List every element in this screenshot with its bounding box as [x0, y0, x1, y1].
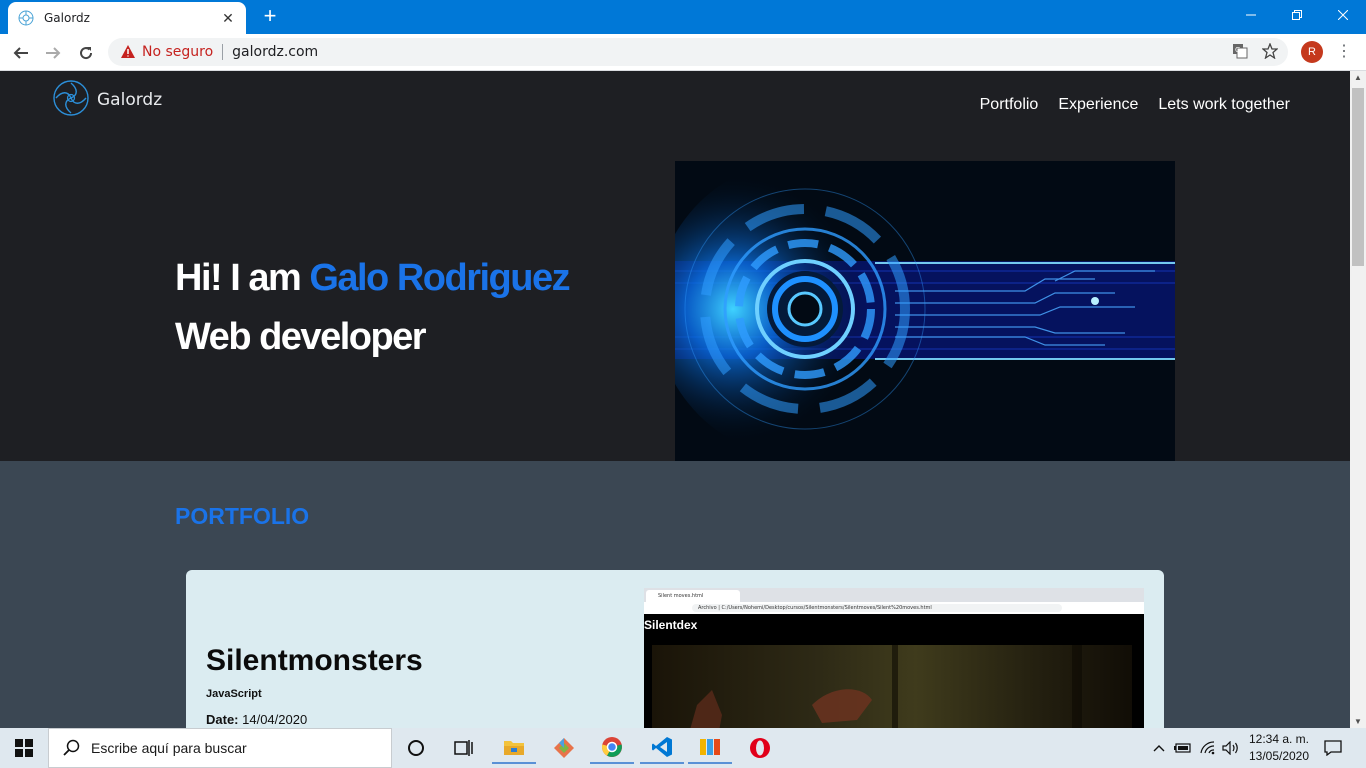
svg-text:G: G [1235, 46, 1240, 54]
file-explorer-icon[interactable] [492, 732, 536, 764]
date-value: 14/04/2020 [238, 712, 308, 727]
nav-portfolio[interactable]: Portfolio [980, 96, 1039, 114]
wifi-icon[interactable] [1197, 728, 1219, 768]
address-bar[interactable]: No seguro galordz.com G [108, 38, 1288, 66]
opera-icon[interactable] [738, 732, 782, 764]
clock-date: 13/05/2020 [1248, 749, 1310, 763]
kebab-menu-icon[interactable]: ⋮ [1336, 42, 1352, 62]
action-center-icon[interactable] [1320, 728, 1346, 768]
minimize-icon[interactable] [1228, 0, 1274, 30]
forward-arrow-icon[interactable] [40, 40, 66, 66]
brand-name[interactable]: Galordz [97, 90, 162, 110]
taskbar-clock[interactable]: 12:34 a. m. 13/05/2020 [1244, 731, 1314, 765]
search-icon [63, 739, 80, 756]
galordz-logo-icon[interactable] [52, 79, 90, 117]
screenshot-scene-image [652, 645, 1132, 728]
hero-name: Galo Rodriguez [309, 257, 570, 299]
taskbar-search-box[interactable]: Escribe aquí para buscar [48, 728, 392, 768]
search-placeholder: Escribe aquí para buscar [91, 740, 247, 756]
restore-icon[interactable] [1274, 0, 1320, 30]
task-view-icon[interactable] [442, 732, 486, 764]
hero-greeting: Hi! I am [175, 257, 310, 299]
project-date: Date: 14/04/2020 [206, 712, 307, 727]
scroll-up-icon[interactable]: ▲ [1354, 73, 1362, 82]
tab-title: Galordz [44, 11, 90, 25]
nav-experience[interactable]: Experience [1058, 96, 1138, 114]
date-label: Date: [206, 712, 239, 727]
browser-tab[interactable]: Galordz ✕ [8, 2, 246, 34]
project-title: Silentmonsters [206, 644, 423, 677]
clock-time: 12:34 a. m. [1248, 732, 1310, 746]
omnibox-actions: G [1232, 43, 1278, 59]
browser-titlebar: Galordz ✕ + [0, 0, 1366, 34]
show-hidden-icons-icon[interactable] [1150, 728, 1168, 768]
divider [222, 44, 224, 60]
hero-text: Hi! I am Galo Rodriguez Web developer [175, 257, 571, 359]
scroll-down-icon[interactable]: ▼ [1354, 717, 1362, 726]
portfolio-section: PORTFOLIO Silentmonsters JavaScript Date… [0, 461, 1350, 728]
project-tech: JavaScript [206, 688, 262, 700]
project-card[interactable]: Silentmonsters JavaScript Date: 14/04/20… [186, 570, 1164, 728]
sublime-notes-icon[interactable] [688, 732, 732, 764]
web-page: Galordz Portfolio Experience Lets work t… [0, 71, 1350, 728]
close-window-icon[interactable] [1320, 0, 1366, 30]
screenshot-heading: Silentdex [644, 618, 698, 632]
hero-role: Web developer [175, 316, 427, 358]
cortana-icon[interactable] [394, 732, 438, 764]
screenshot-tabbar: Silent moves.html [644, 588, 1144, 602]
nav-lets-work-together[interactable]: Lets work together [1158, 96, 1290, 114]
reload-icon[interactable] [73, 40, 99, 66]
portfolio-heading: PORTFOLIO [175, 503, 310, 529]
url-text[interactable]: galordz.com [232, 44, 318, 60]
windows-taskbar: Escribe aquí para buscar 12:34 a. m. 13/… [0, 728, 1366, 768]
screenshot-tab-title: Silent moves.html [646, 590, 740, 602]
battery-icon[interactable] [1172, 728, 1194, 768]
bookmark-star-icon[interactable] [1262, 43, 1278, 59]
browser-toolbar: No seguro galordz.com G R ⋮ [0, 34, 1366, 71]
warning-icon [121, 45, 135, 58]
site-header: Galordz Portfolio Experience Lets work t… [0, 71, 1350, 141]
security-label[interactable]: No seguro [142, 44, 213, 60]
page-scrollbar[interactable]: ▲ ▼ [1350, 71, 1366, 728]
hero-greeting-line: Hi! I am Galo Rodriguez [175, 257, 571, 300]
screenshot-address: Archivo | C:/Users/Nohemi/Desktop/cursos… [692, 604, 1062, 612]
galordz-favicon-icon [18, 10, 34, 26]
project-screenshot[interactable]: Silent moves.html Archivo | C:/Users/Noh… [644, 588, 1144, 728]
screenshot-toolbar: Archivo | C:/Users/Nohemi/Desktop/cursos… [644, 602, 1144, 614]
back-arrow-icon[interactable] [8, 40, 34, 66]
vscode-icon[interactable] [640, 732, 684, 764]
main-nav: Portfolio Experience Lets work together [980, 96, 1290, 114]
windows-start-icon[interactable] [0, 728, 48, 768]
git-app-icon[interactable] [542, 732, 586, 764]
chrome-icon[interactable] [590, 732, 634, 764]
hero-tech-eye-image [675, 161, 1175, 461]
new-tab-button[interactable]: + [258, 5, 282, 29]
profile-avatar[interactable]: R [1301, 41, 1323, 63]
translate-icon[interactable]: G [1232, 43, 1248, 59]
tab-close-icon[interactable]: ✕ [220, 10, 236, 27]
volume-icon[interactable] [1220, 728, 1242, 768]
scroll-thumb[interactable] [1352, 88, 1364, 266]
